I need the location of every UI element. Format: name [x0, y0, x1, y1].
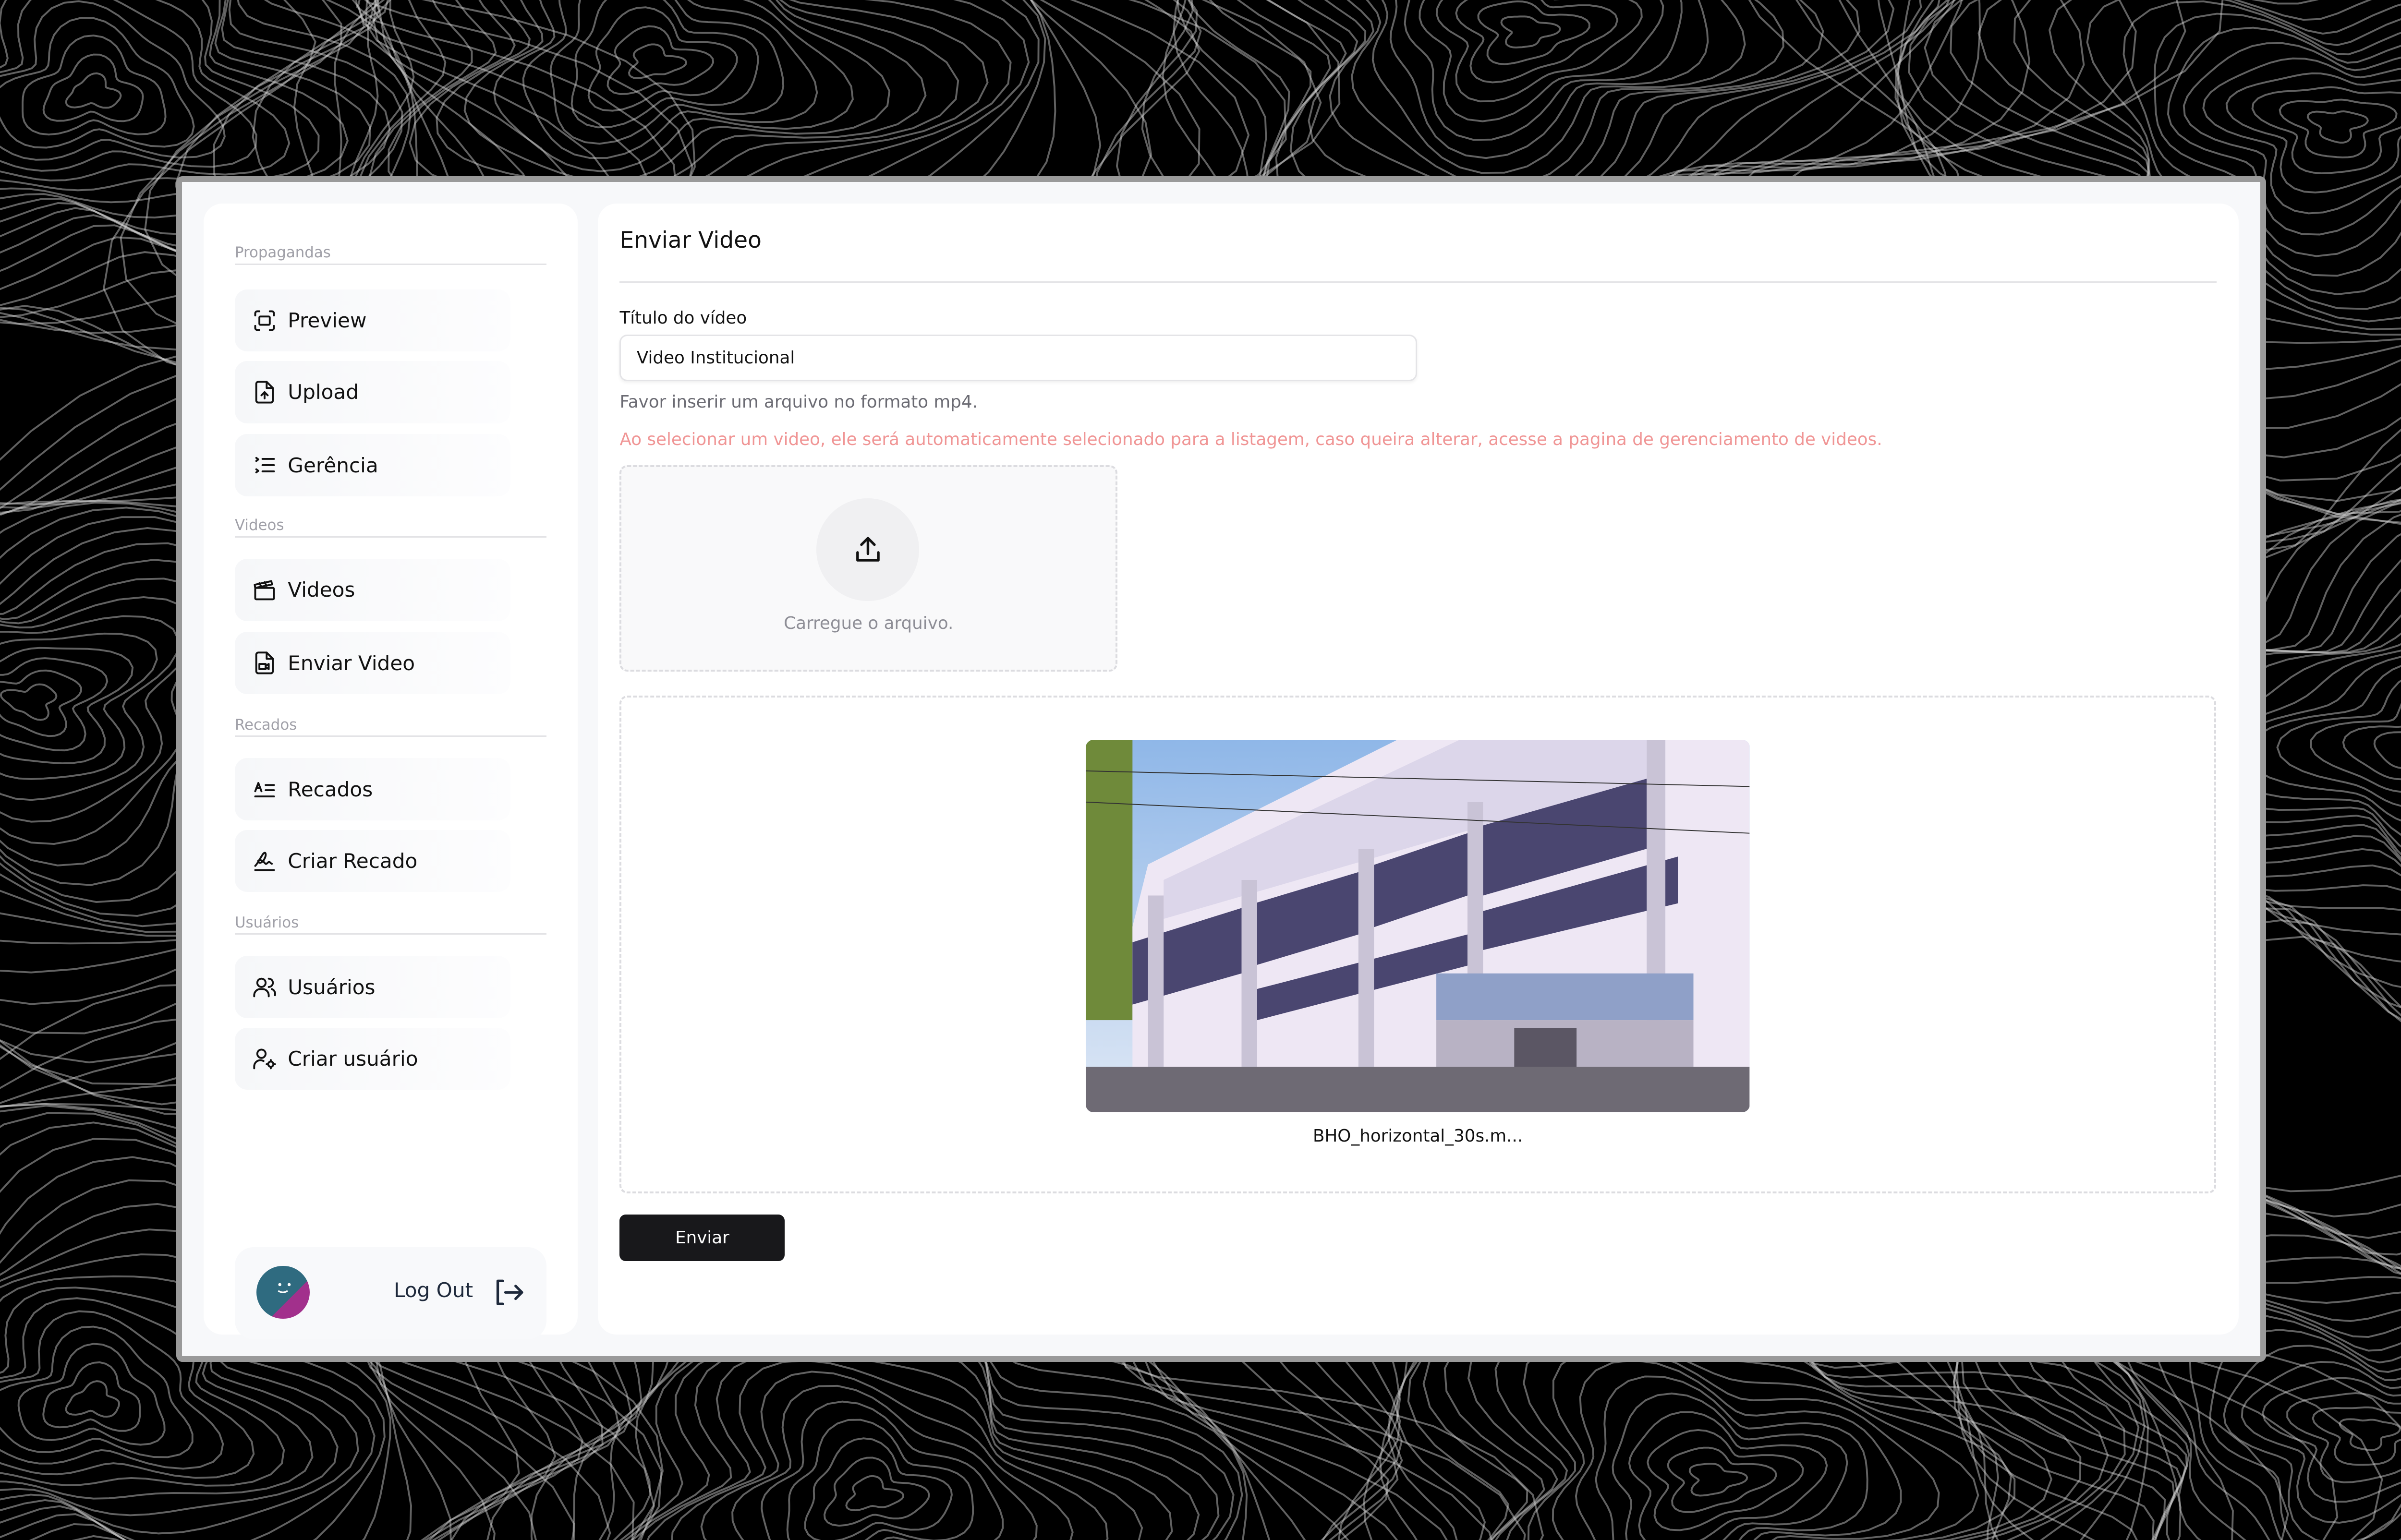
title-field-label: Título do vídeo: [619, 308, 747, 328]
file-dropzone[interactable]: Carregue o arquivo.: [619, 465, 1118, 672]
sidebar-item-videos[interactable]: Videos: [234, 558, 511, 621]
contour-line: [2306, 110, 2369, 144]
divider: [619, 281, 2217, 283]
text-icon: [254, 782, 275, 798]
contour-line: [0, 683, 58, 721]
sidebar-item-label: Videos: [288, 578, 355, 602]
logout-button[interactable]: Log Out: [394, 1278, 473, 1303]
main-panel: Enviar Video Título do vídeo Favor inser…: [598, 204, 2239, 1335]
sidebar-item-label: Preview: [288, 308, 367, 332]
contour-line: [0, 1325, 194, 1458]
user-footer: Log Out: [234, 1247, 546, 1339]
sidebar-item-label: Criar usuário: [288, 1047, 418, 1071]
contour-line: [1595, 1375, 1868, 1540]
contour-line: [845, 1475, 905, 1511]
file-video-icon: [255, 651, 274, 674]
contour-line: [0, 596, 199, 823]
section-label-propagandas: Propagandas: [234, 244, 546, 265]
sidebar-item-label: Usuários: [288, 975, 376, 999]
contour-line: [2225, 72, 2401, 193]
sidebar-item-recados[interactable]: Recados: [234, 758, 511, 821]
section-label-usuarios: Usuários: [234, 914, 546, 935]
section-label-recados: Recados: [234, 716, 546, 737]
sidebar-item-label: Gerência: [288, 453, 378, 477]
format-hint: Favor inserir um arquivo no formato mp4.: [619, 392, 978, 412]
users-icon: [253, 978, 276, 998]
contour-line: [1575, 1359, 1902, 1540]
signature-icon: [254, 852, 275, 871]
page-title: Enviar Video: [619, 227, 762, 253]
contour-line: [22, 34, 167, 136]
section-label-videos: Videos: [234, 517, 546, 538]
selection-warning: Ao selecionar um video, ele será automat…: [619, 429, 1882, 449]
contour-line: [823, 1456, 930, 1527]
sidebar-item-criar-recado[interactable]: Criar Recado: [234, 830, 511, 892]
contour-line: [42, 53, 144, 122]
sidebar-item-gerencia[interactable]: Gerência: [234, 434, 511, 497]
video-thumbnail[interactable]: [1086, 740, 1750, 1112]
smiley-face-icon: [278, 1283, 291, 1293]
contour-line: [17, 1343, 166, 1446]
sidebar: Propagandas Preview Upload Gerência Vide…: [204, 204, 578, 1339]
app-window: Propagandas Preview Upload Gerência Vide…: [176, 176, 2267, 1362]
sidebar-item-preview[interactable]: Preview: [234, 289, 511, 352]
building-photo: [1086, 740, 1750, 1112]
contour-line: [1371, 0, 1746, 174]
contour-line: [1667, 1446, 1777, 1513]
clapperboard-icon: [254, 580, 275, 601]
sidebar-item-usuarios[interactable]: Usuários: [234, 956, 511, 1019]
user-cog-icon: [253, 1048, 276, 1069]
contour-line: [1688, 1463, 1748, 1497]
upload-circle: [816, 498, 920, 602]
contour-line: [1500, 15, 1561, 48]
contour-line: [0, 669, 83, 737]
contour-line: [1351, 0, 1784, 187]
file-name: BHO_horizontal_30s.m...: [1312, 1126, 1523, 1146]
contour-line: [761, 1400, 1004, 1540]
contour-line: [0, 632, 158, 780]
contour-line: [2279, 98, 2398, 158]
avatar[interactable]: [256, 1266, 310, 1319]
contour-line: [646, 1350, 1143, 1540]
contour-line: [65, 1380, 120, 1418]
sidebar-item-enviar-video[interactable]: Enviar Video: [234, 632, 511, 695]
contour-line: [2310, 703, 2401, 793]
file-upload-icon: [255, 381, 274, 404]
contour-line: [65, 72, 122, 109]
contour-line: [0, 0, 291, 181]
contour-line: [42, 1361, 141, 1432]
video-title-input[interactable]: [619, 334, 1418, 381]
video-preview-area: BHO_horizontal_30s.m...: [619, 696, 2216, 1194]
sidebar-item-label: Recados: [288, 777, 373, 801]
contour-line: [2339, 1418, 2401, 1451]
sidebar-item-label: Criar Recado: [288, 849, 418, 873]
contour-line: [2245, 665, 2401, 822]
upload-icon: [856, 537, 880, 562]
contour-line: [1419, 0, 1664, 122]
contour-line: [700, 1371, 1074, 1540]
logout-icon[interactable]: [494, 1278, 525, 1306]
submit-button[interactable]: Enviar: [619, 1215, 785, 1262]
sidebar-item-label: Enviar Video: [288, 651, 415, 675]
sidebar-item-upload[interactable]: Upload: [234, 361, 511, 423]
list-ordered-icon: [255, 457, 275, 474]
dropzone-text: Carregue o arquivo.: [784, 614, 954, 634]
scan-icon: [254, 310, 275, 331]
contour-line: [522, 0, 818, 159]
sidebar-item-criar-usuario[interactable]: Criar usuário: [234, 1027, 511, 1090]
contour-line: [1628, 1411, 1828, 1540]
sidebar-item-label: Upload: [288, 380, 359, 404]
